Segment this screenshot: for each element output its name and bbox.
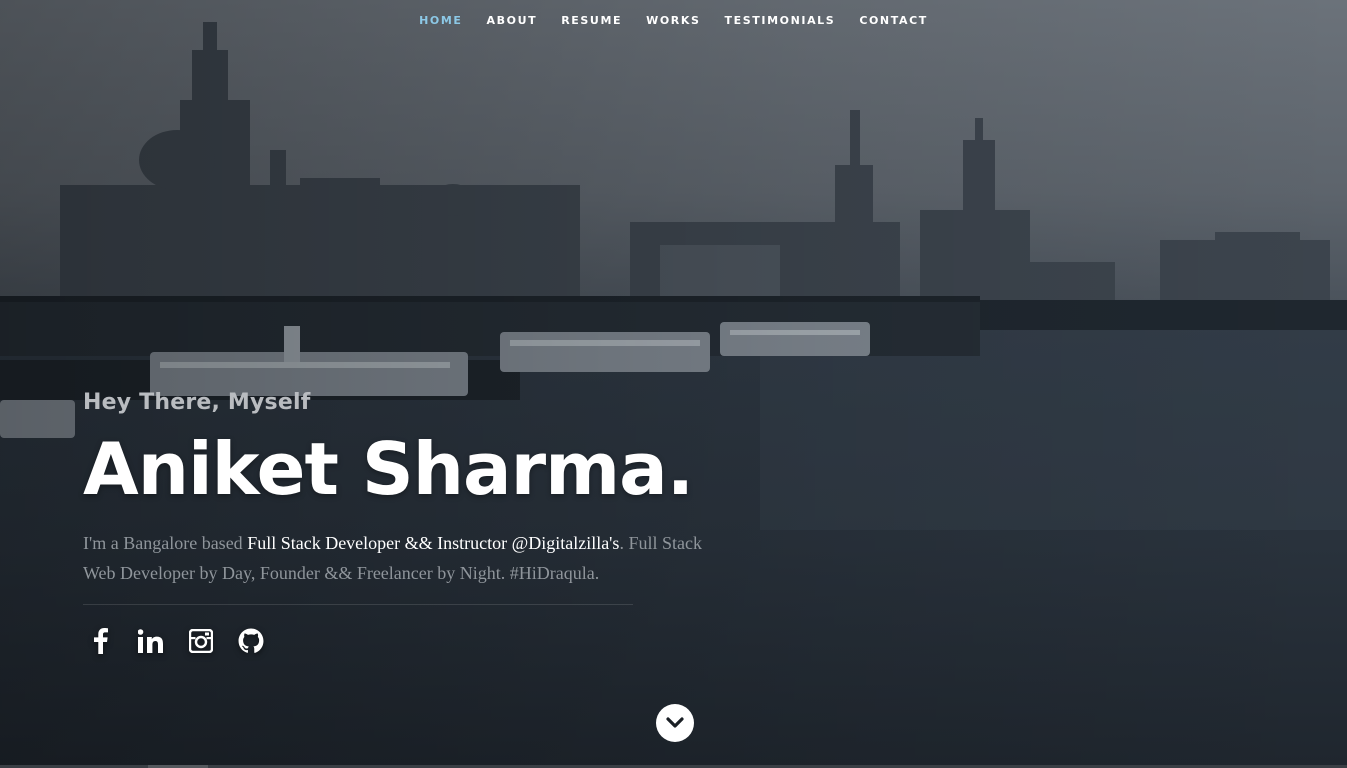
chevron-down-icon — [666, 717, 684, 728]
desc-prefix: I'm a Bangalore based — [83, 533, 248, 553]
hero-section: HOME ABOUT RESUME WORKS TESTIMONIALS CON… — [0, 0, 1347, 768]
facebook-icon[interactable] — [88, 626, 114, 656]
intro-divider — [83, 604, 633, 605]
social-links — [88, 626, 264, 656]
greeting-text: Hey There, Myself — [83, 390, 311, 415]
desc-highlight: Full Stack Developer && Instructor @Digi… — [247, 533, 620, 553]
linkedin-icon[interactable] — [138, 626, 164, 656]
top-navigation: HOME ABOUT RESUME WORKS TESTIMONIALS CON… — [0, 13, 1347, 29]
nav-link-testimonials[interactable]: TESTIMONIALS — [713, 13, 848, 29]
intro-description: I'm a Bangalore based Full Stack Develop… — [83, 528, 733, 588]
intro-block: Hey There, Myself Aniket Sharma. I'm a B… — [83, 388, 743, 605]
instagram-icon[interactable] — [188, 626, 214, 656]
nav-link-about[interactable]: ABOUT — [475, 13, 550, 29]
nav-link-home[interactable]: HOME — [407, 13, 474, 29]
github-icon[interactable] — [238, 626, 264, 656]
scroll-down-button[interactable] — [656, 704, 694, 742]
nav-link-resume[interactable]: RESUME — [549, 13, 634, 29]
nav-link-contact[interactable]: CONTACT — [847, 13, 940, 29]
nav-link-works[interactable]: WORKS — [634, 13, 712, 29]
hero-name-heading: Aniket Sharma. — [83, 427, 694, 511]
